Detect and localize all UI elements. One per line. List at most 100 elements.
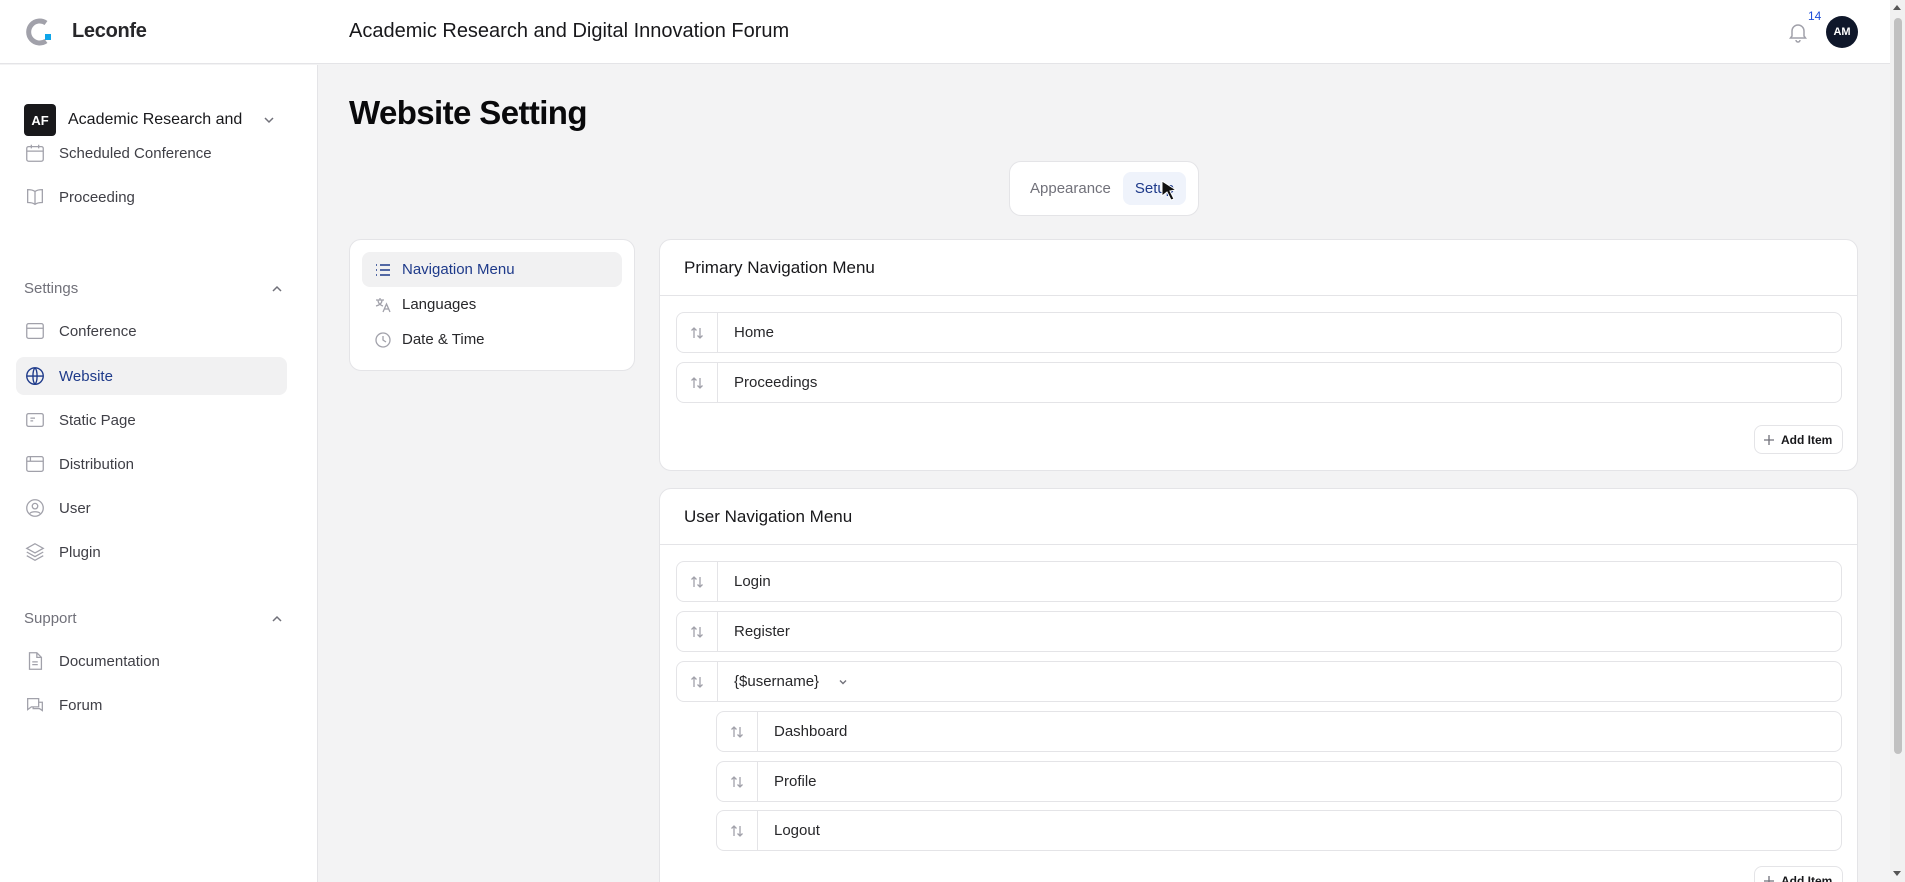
sidebar-item-label: Documentation	[59, 652, 160, 670]
layers-icon	[25, 543, 45, 561]
window-icon	[26, 323, 44, 339]
plus-icon	[1764, 875, 1774, 882]
conference-title: Academic Research and Digital Innovation…	[349, 20, 790, 42]
sidebar-item-documentation[interactable]: Documentation	[16, 642, 287, 680]
card-title: Primary Navigation Menu	[660, 240, 1857, 296]
page-icon	[26, 412, 44, 428]
conference-initials: AF	[24, 104, 56, 136]
add-item-button[interactable]: Add Item	[1754, 866, 1844, 882]
mouse-cursor-icon	[1161, 180, 1178, 201]
drag-handle-icon[interactable]	[677, 562, 718, 601]
subnav-navigation-menu[interactable]: Navigation Menu	[362, 252, 622, 287]
user-avatar[interactable]: AM	[1826, 16, 1858, 48]
sidebar-item-label: Scheduled Conference	[59, 144, 212, 162]
sidebar-item-distribution[interactable]: Distribution	[16, 445, 287, 483]
sidebar-item-label: Static Page	[59, 411, 136, 429]
primary-navigation-menu-card: Primary Navigation Menu Home Proceedings…	[659, 239, 1858, 471]
scrollbar-thumb[interactable]	[1894, 18, 1902, 754]
globe-icon	[26, 367, 44, 385]
sidebar-item-label: Proceeding	[59, 188, 135, 206]
add-item-button[interactable]: Add Item	[1754, 425, 1844, 454]
submenu-item-row[interactable]: Dashboard	[716, 711, 1842, 752]
document-icon	[28, 652, 43, 670]
menu-item-label: Logout	[774, 822, 820, 839]
user-navigation-menu-card: User Navigation Menu Login Register {$us…	[659, 488, 1858, 882]
scroll-down-arrow-icon[interactable]	[1893, 871, 1901, 876]
menu-item-row[interactable]: Login	[676, 561, 1842, 602]
brand-name[interactable]: Leconfe	[72, 20, 147, 43]
add-item-label: Add Item	[1781, 873, 1833, 882]
sidebar-item-label: Website	[59, 367, 113, 385]
sidebar-item-forum[interactable]: Forum	[16, 686, 287, 724]
sidebar-item-label: Plugin	[59, 543, 101, 561]
submenu-item-row[interactable]: Logout	[716, 810, 1842, 851]
sidebar-item-user[interactable]: User	[16, 489, 287, 527]
sidebar-item-website[interactable]: Website	[16, 357, 287, 395]
book-icon	[27, 189, 43, 206]
support-group-toggle[interactable]: Support	[24, 610, 284, 627]
support-group-label: Support	[24, 610, 77, 627]
subnav-label: Navigation Menu	[402, 261, 515, 278]
sidebar-item-proceeding[interactable]: Proceeding	[16, 178, 287, 216]
clock-icon	[375, 331, 391, 348]
chat-icon	[27, 697, 43, 712]
sidebar-item-conference[interactable]: Conference	[16, 312, 287, 350]
menu-item-label: Profile	[774, 773, 817, 790]
conference-switcher[interactable]: AF Academic Research and Digital Innovat…	[24, 103, 288, 137]
menu-item-label: Dashboard	[774, 723, 848, 740]
sidebar-item-label: Conference	[59, 322, 137, 340]
drag-handle-icon[interactable]	[717, 712, 758, 751]
sidebar-item-label: User	[59, 499, 91, 517]
menu-item-row[interactable]: Home	[676, 312, 1842, 353]
subnav-languages[interactable]: Languages	[362, 287, 622, 322]
settings-group-label: Settings	[24, 280, 79, 297]
settings-group-toggle[interactable]: Settings	[24, 280, 284, 297]
sidebar-item-plugin[interactable]: Plugin	[16, 533, 287, 571]
leconfe-logo-icon[interactable]	[24, 16, 56, 48]
top-bar: Leconfe Academic Research and Digital In…	[0, 0, 1890, 64]
menu-item-row-username[interactable]: {$username}	[676, 661, 1842, 702]
chevron-down-icon	[264, 117, 274, 124]
drag-handle-icon[interactable]	[677, 313, 718, 352]
sidebar-item-scheduled-conference[interactable]: Scheduled Conference	[16, 134, 287, 172]
drag-handle-icon[interactable]	[677, 662, 718, 701]
add-item-label: Add Item	[1781, 432, 1833, 447]
menu-item-label: Login	[734, 573, 771, 590]
plus-icon	[1764, 434, 1774, 445]
browser-icon	[26, 456, 44, 472]
drag-handle-icon[interactable]	[717, 762, 758, 801]
tab-appearance[interactable]: Appearance	[1018, 172, 1123, 205]
chevron-down-icon[interactable]	[837, 676, 849, 688]
list-icon	[376, 263, 390, 276]
card-title: User Navigation Menu	[660, 489, 1857, 545]
setup-subnav: Navigation Menu Languages Date & Time	[349, 239, 635, 371]
submenu-item-row[interactable]: Profile	[716, 761, 1842, 802]
menu-item-label: Register	[734, 623, 790, 640]
conference-switcher-name: Academic Research and Digital Innovation…	[68, 111, 248, 128]
translate-icon	[375, 297, 391, 312]
drag-handle-icon[interactable]	[677, 612, 718, 651]
menu-item-label: Home	[734, 324, 775, 341]
menu-item-label: Proceedings	[734, 374, 818, 391]
menu-item-row[interactable]: Proceedings	[676, 362, 1842, 403]
sidebar-item-label: Forum	[59, 696, 103, 714]
sidebar: AF Academic Research and Digital Innovat…	[0, 65, 318, 882]
calendar-icon	[26, 144, 44, 162]
subnav-label: Languages	[402, 296, 477, 313]
drag-handle-icon[interactable]	[677, 363, 718, 402]
notification-count-badge: 14	[1806, 9, 1824, 23]
sidebar-item-label: Distribution	[59, 455, 135, 473]
user-circle-icon	[26, 499, 44, 517]
chevron-up-icon	[272, 615, 282, 622]
drag-handle-icon[interactable]	[717, 811, 758, 850]
sidebar-item-static-page[interactable]: Static Page	[16, 401, 287, 439]
menu-item-label: {$username}	[734, 673, 820, 690]
menu-item-row[interactable]: Register	[676, 611, 1842, 652]
scroll-up-arrow-icon[interactable]	[1893, 5, 1901, 10]
bell-icon[interactable]	[1786, 20, 1810, 44]
subnav-label: Date & Time	[402, 331, 485, 348]
subnav-date-time[interactable]: Date & Time	[362, 322, 622, 357]
chevron-up-icon	[272, 285, 282, 292]
page-title: Website Setting	[349, 94, 588, 131]
page-scrollbar[interactable]	[1890, 0, 1905, 882]
